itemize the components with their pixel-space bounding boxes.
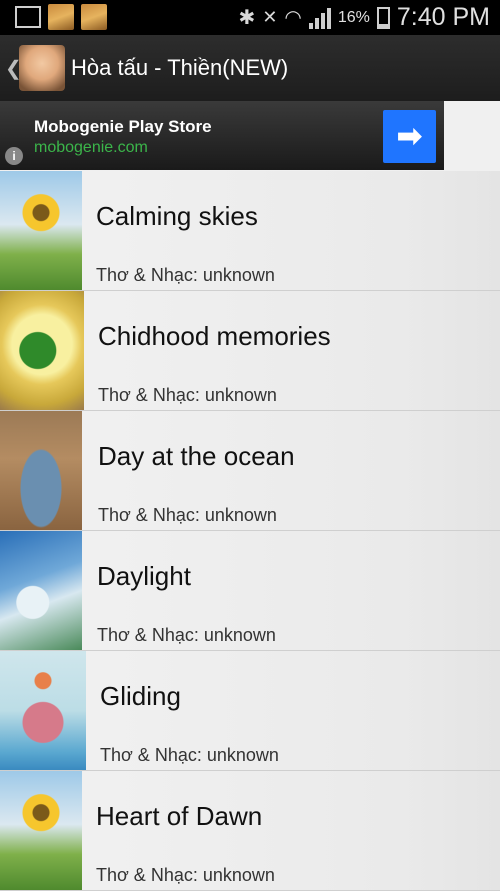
ad-spacer [444, 101, 500, 170]
ad-banner[interactable]: Mobogenie Play Store mobogenie.com ➡ i [0, 101, 444, 170]
ad-arrow-button[interactable]: ➡ [383, 110, 436, 163]
list-item[interactable]: Day at the ocean Thơ & Nhạc: unknown [0, 411, 500, 531]
gallery-icon [15, 6, 41, 28]
song-title: Chidhood memories [98, 321, 331, 351]
battery-icon [376, 6, 390, 29]
song-thumbnail [0, 171, 82, 290]
status-bar: ✱ ✕ ◠ 16% 7:40 PM [0, 0, 500, 35]
song-list: Calming skies Thơ & Nhạc: unknown Chidho… [0, 171, 500, 891]
clock: 7:40 PM [396, 3, 490, 31]
action-bar: ❮ Hòa tấu - Thiền(NEW) [0, 35, 500, 101]
back-icon[interactable]: ❮ [5, 56, 22, 81]
cow-app-icon [48, 4, 74, 30]
song-thumbnail [0, 651, 86, 770]
song-thumbnail [0, 291, 84, 410]
song-title: Heart of Dawn [96, 801, 263, 831]
battery-percent: 16% [337, 8, 370, 26]
list-item[interactable]: Heart of Dawn Thơ & Nhạc: unknown [0, 771, 500, 891]
list-item[interactable]: Chidhood memories Thơ & Nhạc: unknown [0, 291, 500, 411]
song-thumbnail [0, 411, 82, 530]
list-item[interactable]: Gliding Thơ & Nhạc: unknown [0, 651, 500, 771]
arrow-right-icon: ➡ [396, 120, 423, 153]
bluetooth-icon: ✱ [238, 7, 256, 29]
info-icon[interactable]: i [5, 147, 23, 165]
song-title: Gliding [100, 681, 181, 711]
song-subtitle: Thơ & Nhạc: unknown [97, 625, 276, 645]
mute-icon: ✕ [262, 7, 278, 27]
page-title: Hòa tấu - Thiền(NEW) [71, 55, 289, 80]
song-subtitle: Thơ & Nhạc: unknown [96, 865, 275, 885]
song-subtitle: Thơ & Nhạc: unknown [98, 385, 277, 405]
song-title: Day at the ocean [98, 441, 295, 471]
song-thumbnail [0, 771, 82, 890]
signal-icon [308, 7, 331, 29]
ad-url: mobogenie.com [34, 139, 148, 156]
cow-app-icon [81, 4, 107, 30]
song-title: Daylight [97, 561, 191, 591]
song-title: Calming skies [96, 201, 258, 231]
song-thumbnail [0, 531, 82, 650]
song-subtitle: Thơ & Nhạc: unknown [98, 505, 277, 525]
list-item[interactable]: Calming skies Thơ & Nhạc: unknown [0, 171, 500, 291]
list-item[interactable]: Daylight Thơ & Nhạc: unknown [0, 531, 500, 651]
ad-title: Mobogenie Play Store [34, 117, 212, 136]
wifi-icon: ◠ [284, 7, 302, 29]
song-subtitle: Thơ & Nhạc: unknown [100, 745, 279, 765]
song-subtitle: Thơ & Nhạc: unknown [96, 265, 275, 285]
app-avatar[interactable] [19, 45, 65, 91]
